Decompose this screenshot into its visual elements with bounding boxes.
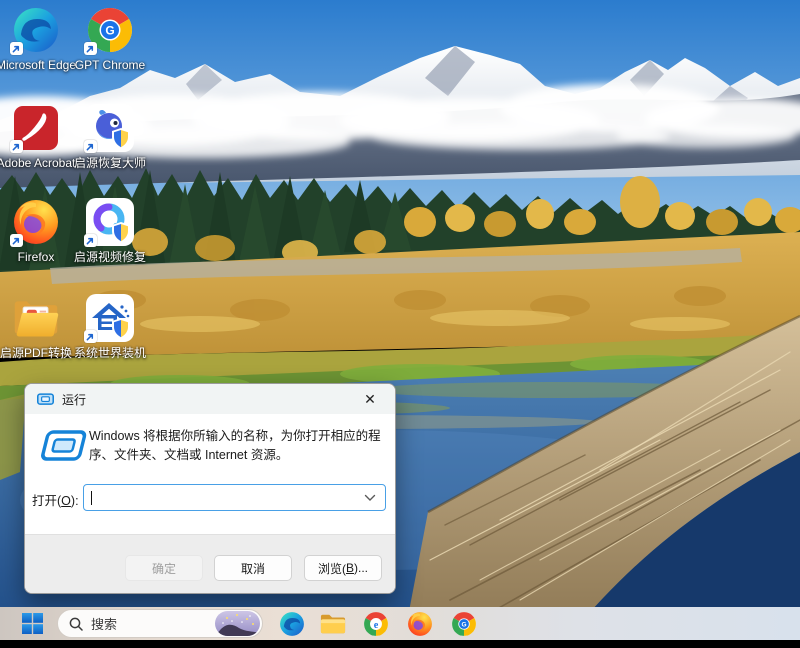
shortcut-arrow-icon [10,234,23,247]
desktop-icon-firefox[interactable]: Firefox [0,198,78,265]
browse-button[interactable]: 浏览(B)... [304,555,382,581]
run-dialog-description: Windows 将根据你所输入的名称，为你打开相应的程序、文件夹、文档或 Int… [89,427,385,465]
e-browser-icon: e [363,611,389,637]
firefox-icon [407,611,433,637]
desktop-icon-qiyuan-video-repair[interactable]: 启源视频修复 [68,198,152,265]
search-icon [69,617,83,631]
run-command-input[interactable] [84,485,364,510]
run-command-combobox[interactable] [83,484,386,511]
shortcut-arrow-icon [10,42,23,55]
close-icon[interactable]: ✕ [357,386,383,412]
taskbar: 搜索 [0,607,800,640]
start-button[interactable] [14,607,50,640]
desktop-icon-label: GPT Chrome [75,58,145,73]
shortcut-arrow-icon [10,140,23,153]
desktop-icon-label: 系统世界装机 [74,346,146,361]
run-dialog-footer: 确定 取消 浏览(B)... [25,534,395,593]
desktop-icon-qiyuan-pdf-converter[interactable]: 启源PDF转换 [0,294,78,361]
qiyuan-pdf-converter-folder-icon [12,295,60,341]
shortcut-arrow-icon [84,140,97,153]
file-explorer-icon [320,611,346,637]
desktop-icon-gpt-chrome[interactable]: G GPT Chrome [68,6,152,73]
text-caret [91,491,92,505]
screen-bottom-strip [0,640,800,648]
run-dialog: 运行 ✕ Windows 将根据你所输入的名称，为你打开相应的程序、文件夹、文档… [24,383,396,594]
chevron-down-icon[interactable] [364,494,376,502]
desktop-icon-label: Firefox [18,250,55,265]
desktop-icon-system-world-installer[interactable]: 系统世界装机 [68,294,152,361]
shortcut-arrow-icon [84,330,97,343]
taskbar-icon-file-explorer[interactable] [319,610,346,637]
desktop-icon-label: 启源PDF转换 [0,346,72,361]
shortcut-arrow-icon [84,42,97,55]
open-label: 打开(O): [32,490,79,509]
desktop-icon-microsoft-edge[interactable]: Microsoft Edge [0,6,78,73]
search-highlight-image[interactable] [215,611,260,636]
taskbar-icon-e-browser[interactable]: e [362,610,389,637]
cancel-button[interactable]: 取消 [214,555,292,581]
search-placeholder-text: 搜索 [91,614,117,633]
run-dialog-titlebar[interactable]: 运行 ✕ [25,384,395,414]
taskbar-search[interactable]: 搜索 [57,609,263,638]
svg-text:e: e [373,619,378,630]
desktop-icon-label: Adobe Acrobat [0,156,75,171]
shortcut-arrow-icon [84,234,97,247]
desktop-icon-adobe-acrobat[interactable]: Adobe Acrobat [0,104,78,171]
edge-icon [279,611,305,637]
run-window-icon [37,393,54,406]
dialog-title: 运行 [62,391,86,408]
svg-text:G: G [105,24,114,38]
desktop-screen: Microsoft Edge G GPT Chrome [0,0,800,648]
desktop-icon-label: 启源恢复大师 [74,156,146,171]
desktop-icon-label: 启源视频修复 [74,250,146,265]
desktop-icon-qiyuan-recovery-master[interactable]: 启源恢复大师 [68,104,152,171]
gpt-chrome-icon: G [451,611,477,637]
svg-text:G: G [461,621,466,628]
ok-button[interactable]: 确定 [125,555,203,581]
taskbar-icon-gpt-chrome[interactable]: G [450,610,477,637]
run-dialog-icon [39,430,87,466]
windows-logo-icon [22,613,43,634]
desktop-icon-label: Microsoft Edge [0,58,76,73]
taskbar-icon-edge[interactable] [278,610,305,637]
taskbar-icon-firefox[interactable] [406,610,433,637]
